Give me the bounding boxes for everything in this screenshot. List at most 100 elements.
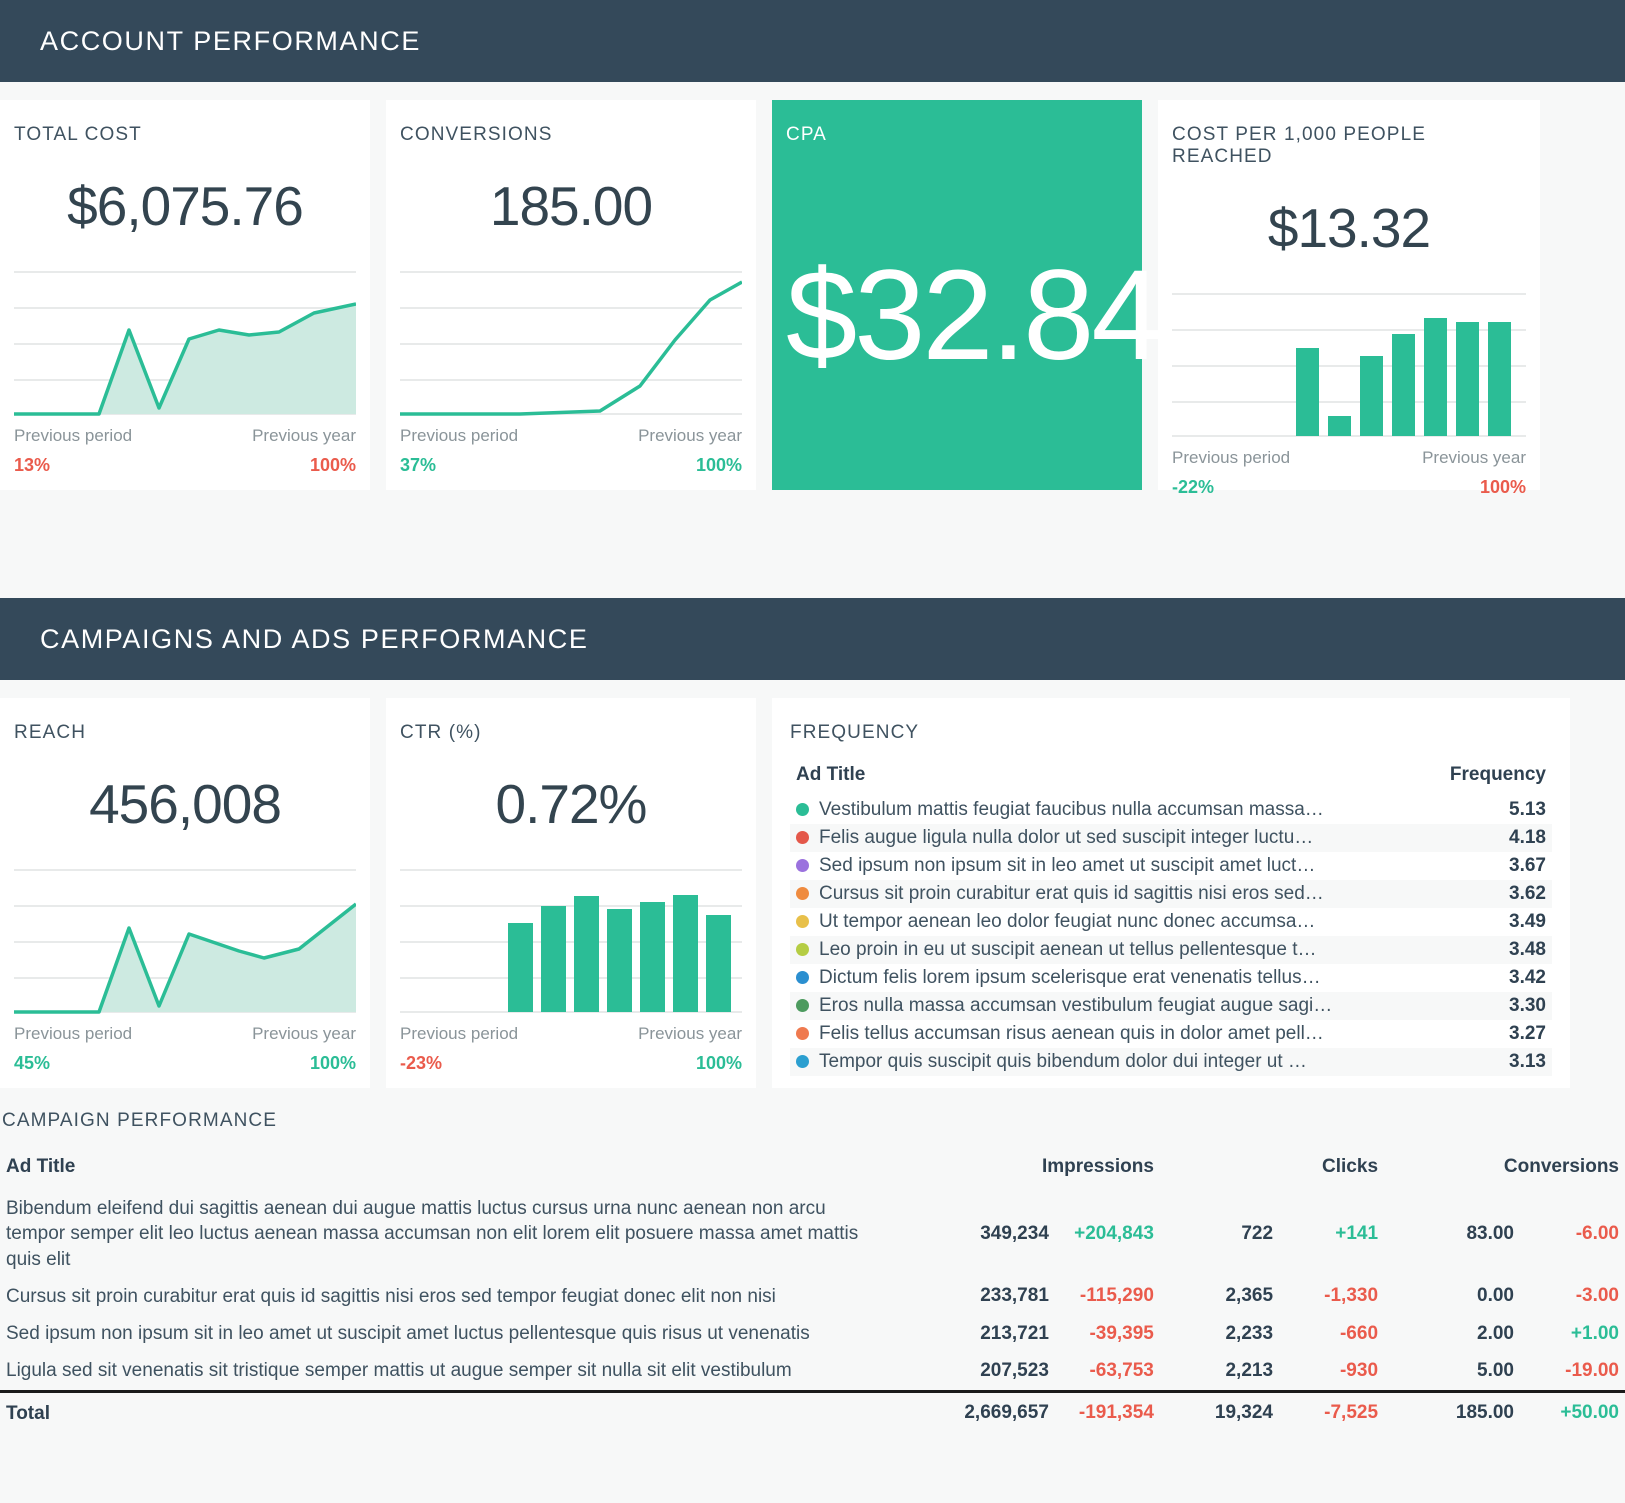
table-row[interactable]: Ut tempor aenean leo dolor feugiat nunc … [790,908,1552,936]
frequency-row-value: 3.27 [1509,1023,1546,1044]
kpi-value: $32.84 [786,244,1163,387]
kpi-prev-period: Previous period 45% [14,1024,132,1074]
kpi-footer: Previous period 13% Previous year 100% [14,426,356,476]
table-row[interactable]: Vestibulum mattis feugiat faucibus nulla… [790,796,1552,824]
kpi-prev-period-value: 45% [14,1053,51,1073]
frequency-row-value: 3.30 [1426,992,1552,1020]
campaign-total-clicks: 19,324 -7,525 [1159,1389,1385,1432]
series-dot-icon [796,915,809,928]
table-row[interactable]: Cursus sit proin curabitur erat quis id … [0,1278,1625,1315]
campaign-row-clicks: 2,233 -660 [1159,1315,1385,1353]
table-row[interactable]: Felis augue ligula nulla dolor ut sed su… [790,824,1552,852]
sparkline-bar-cost-per-1000 [1172,290,1526,440]
campaign-row-impressions: 213,721 -39,395 [918,1315,1160,1353]
kpi-footer: Previous period 45% Previous year 100% [14,1024,356,1074]
table-row[interactable]: Eros nulla massa accumsan vestibulum feu… [790,992,1552,1020]
frequency-col-title: Ad Title [796,764,866,785]
campaign-kpi-row: REACH 456,008 Previous period 45% Previo… [0,680,1625,1088]
kpi-prev-period: Previous period 37% [400,426,518,476]
frequency-body: Vestibulum mattis feugiat faucibus nulla… [790,796,1552,1076]
series-dot-icon [796,859,809,872]
frequency-row-title: Tempor quis suscipit quis bibendum dolor… [790,1048,1427,1076]
kpi-label: CONVERSIONS [400,124,553,145]
section-title-campaigns: CAMPAIGNS AND ADS PERFORMANCE [40,623,589,654]
series-dot-icon [796,1055,809,1068]
campaign-row-title: Cursus sit proin curabitur erat quis id … [6,1285,776,1307]
frequency-row-title: Leo proin in eu ut suscipit aenean ut te… [790,936,1427,964]
frequency-card: FREQUENCY Ad Title Frequency Vestibulum … [772,698,1570,1088]
series-dot-icon [796,1027,809,1040]
kpi-label: COST PER 1,000 PEOPLE REACHED [1172,124,1427,167]
section-header-campaigns: CAMPAIGNS AND ADS PERFORMANCE [0,598,1625,680]
kpi-card-cpa[interactable]: CPA $32.84 [772,100,1163,490]
kpi-prev-year-label: Previous year [638,426,742,445]
frequency-table: Ad Title Frequency Vestibulum mattis feu… [790,760,1552,1076]
table-row[interactable]: Ligula sed sit venenatis sit tristique s… [0,1352,1625,1391]
kpi-value: 456,008 [89,773,282,835]
series-dot-icon [796,887,809,900]
campaign-performance-table: Ad Title Impressions Clicks Conversions … [0,1152,1625,1432]
kpi-prev-period-label: Previous period [400,1024,519,1043]
campaign-row-title: Sed ipsum non ipsum sit in leo amet ut s… [0,1315,919,1353]
sparkline-bar-ctr [400,866,742,1016]
campaign-col-clicks: Clicks [1322,1156,1379,1177]
frequency-row-title: Dictum felis lorem ipsum scelerisque era… [790,964,1427,992]
kpi-prev-year-label: Previous year [638,1024,742,1043]
campaign-row-conversions: 2.00 +1.00 [1384,1315,1625,1353]
kpi-prev-year: Previous year 100% [252,1024,356,1074]
campaign-row-clicks: 2,365 -1,330 [1225,1285,1379,1307]
campaign-col-title: Ad Title [6,1156,76,1177]
table-row[interactable]: Leo proin in eu ut suscipit aenean ut te… [790,936,1552,964]
kpi-prev-period-value: -23% [400,1053,443,1073]
table-row[interactable]: Sed ipsum non ipsum sit in leo amet ut s… [0,1315,1625,1353]
frequency-row-title: Felis augue ligula nulla dolor ut sed su… [790,824,1427,852]
kpi-prev-period-value: 37% [400,455,437,475]
kpi-card-cost-per-1000-reached[interactable]: COST PER 1,000 PEOPLE REACHED $13.32 Pre… [1158,100,1540,497]
kpi-prev-year-label: Previous year [252,426,356,445]
kpi-card-reach[interactable]: REACH 456,008 Previous period 45% Previo… [0,698,370,1088]
campaign-col-conversions: Conversions [1503,1156,1619,1177]
campaign-row-clicks: 2,213 -930 [1225,1359,1379,1381]
table-row[interactable]: Tempor quis suscipit quis bibendum dolor… [790,1048,1552,1076]
frequency-row-value: 3.48 [1426,936,1552,964]
kpi-card-ctr[interactable]: CTR (%) 0.72% Previous period -23% Previ… [386,698,756,1088]
sparkline-area-total-cost [14,268,356,418]
frequency-row-title: Vestibulum mattis feugiat faucibus nulla… [790,796,1427,824]
kpi-prev-period: Previous period 13% [14,426,132,476]
kpi-label: REACH [14,722,87,743]
kpi-value: 0.72% [495,773,648,835]
kpi-prev-period-label: Previous period [1172,448,1291,467]
kpi-prev-period-value: -22% [1172,477,1215,497]
campaign-performance-section: CAMPAIGN PERFORMANCE Ad Title Impression… [0,1088,1625,1432]
kpi-card-conversions[interactable]: CONVERSIONS 185.00 Previous period 37% P… [386,100,756,490]
table-row[interactable]: Dictum felis lorem ipsum scelerisque era… [790,964,1552,992]
series-dot-icon [796,803,809,816]
frequency-row-value: 3.67 [1509,855,1546,876]
campaign-row-title: Bibendum eleifend dui sagittis aenean du… [0,1190,919,1278]
campaign-header-row: Ad Title Impressions Clicks Conversions [0,1152,1625,1190]
kpi-label: CTR (%) [400,722,482,743]
table-row[interactable]: Cursus sit proin curabitur erat quis id … [790,880,1552,908]
kpi-prev-year-value: 100% [695,1053,742,1073]
table-row[interactable]: Bibendum eleifend dui sagittis aenean du… [0,1190,1625,1278]
frequency-label: FREQUENCY [790,722,920,743]
kpi-card-total-cost[interactable]: TOTAL COST $6,075.76 Previous period 13% [0,100,370,490]
kpi-prev-year: Previous year 100% [638,426,742,476]
kpi-prev-year-label: Previous year [1422,448,1526,467]
table-row[interactable]: Sed ipsum non ipsum sit in leo amet ut s… [790,852,1552,880]
kpi-prev-period-label: Previous period [400,426,519,445]
frequency-row-title: Eros nulla massa accumsan vestibulum feu… [790,992,1427,1020]
campaign-row-clicks: 722 +141 [1159,1190,1385,1278]
campaign-total-conversions: 185.00 +50.00 [1384,1389,1625,1432]
frequency-col-value: Frequency [1449,764,1546,785]
frequency-row-value: 3.49 [1509,911,1546,932]
dashboard-page: ACCOUNT PERFORMANCE TOTAL COST $6,075.76 [0,0,1625,1503]
kpi-prev-year-value: 100% [1479,477,1526,497]
campaign-row-impressions: 349,234 +204,843 [918,1190,1160,1278]
frequency-row-value: 3.42 [1509,967,1546,988]
kpi-prev-year: Previous year 100% [252,426,356,476]
kpi-value: 185.00 [489,175,653,237]
table-row[interactable]: Felis tellus accumsan risus aenean quis … [790,1020,1552,1048]
sparkline-line-conversions [400,268,742,418]
campaign-row-conversions: 0.00 -3.00 [1477,1285,1619,1307]
